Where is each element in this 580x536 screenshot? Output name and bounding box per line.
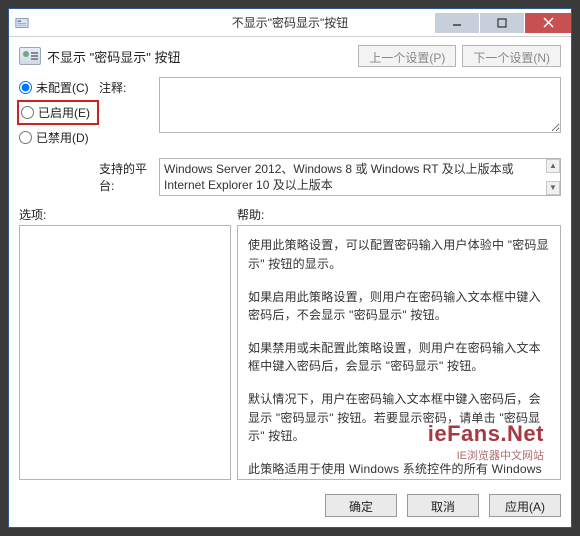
- footer: 确定 取消 应用(A): [9, 486, 571, 527]
- help-paragraph: 使用此策略设置，可以配置密码输入用户体验中 "密码显示" 按钮的显示。: [248, 236, 550, 273]
- radio-disabled-label: 已禁用(D): [36, 129, 89, 146]
- help-paragraph: 默认情况下，用户在密码输入文本框中键入密码后，会显示 "密码显示" 按钮。若要显…: [248, 390, 550, 446]
- radio-enabled-label: 已启用(E): [38, 104, 90, 121]
- cancel-button[interactable]: 取消: [407, 494, 479, 517]
- scroll-down-button[interactable]: ▼: [546, 181, 560, 195]
- options-label: 选项:: [19, 206, 237, 223]
- policy-editor-window: 不显示"密码显示"按钮 不显示 "密码显示" 按钮 上一个设置(P) 下一个设置…: [8, 8, 572, 528]
- maximize-button[interactable]: [480, 13, 524, 33]
- titlebar: 不显示"密码显示"按钮: [9, 9, 571, 37]
- minimize-icon: [452, 18, 462, 28]
- policy-icon: [19, 47, 41, 65]
- comment-textarea[interactable]: [159, 77, 561, 133]
- help-paragraph: 如果禁用或未配置此策略设置，则用户在密码输入文本框中键入密码后，会显示 "密码显…: [248, 339, 550, 376]
- radio-disabled[interactable]: 已禁用(D): [19, 129, 97, 146]
- help-label: 帮助:: [237, 206, 264, 223]
- app-icon: [15, 16, 29, 30]
- help-panel[interactable]: 使用此策略设置，可以配置密码输入用户体验中 "密码显示" 按钮的显示。 如果启用…: [237, 225, 561, 480]
- next-setting-button[interactable]: 下一个设置(N): [462, 45, 561, 67]
- radio-disabled-input[interactable]: [19, 131, 32, 144]
- scroll-up-button[interactable]: ▲: [546, 159, 560, 173]
- radio-not-configured-label: 未配置(C): [36, 79, 89, 96]
- ok-button[interactable]: 确定: [325, 494, 397, 517]
- close-button[interactable]: [525, 13, 571, 33]
- window-title: 不显示"密码显示"按钮: [232, 14, 349, 31]
- maximize-icon: [497, 18, 507, 28]
- radio-enabled[interactable]: 已启用(E): [21, 104, 95, 121]
- minimize-button[interactable]: [435, 13, 479, 33]
- help-paragraph: 如果启用此策略设置，则用户在密码输入文本框中键入密码后，不会显示 "密码显示" …: [248, 288, 550, 325]
- window-controls: [434, 13, 571, 33]
- help-paragraph: 此策略适用于使用 Windows 系统控件的所有 Windows 组件和应用程序…: [248, 460, 550, 480]
- radio-enabled-input[interactable]: [21, 106, 34, 119]
- radio-not-configured-input[interactable]: [19, 81, 32, 94]
- policy-title: 不显示 "密码显示" 按钮: [47, 47, 180, 66]
- radio-not-configured[interactable]: 未配置(C): [19, 79, 97, 96]
- options-panel: [19, 225, 231, 480]
- close-icon: [543, 17, 554, 28]
- supported-platform-box: Windows Server 2012、Windows 8 或 Windows …: [159, 158, 561, 196]
- prev-setting-button[interactable]: 上一个设置(P): [358, 45, 456, 67]
- supported-platform-text: Windows Server 2012、Windows 8 或 Windows …: [164, 161, 546, 193]
- platform-label: 支持的平台:: [99, 158, 157, 194]
- comment-label: 注释:: [99, 77, 157, 96]
- apply-button[interactable]: 应用(A): [489, 494, 561, 517]
